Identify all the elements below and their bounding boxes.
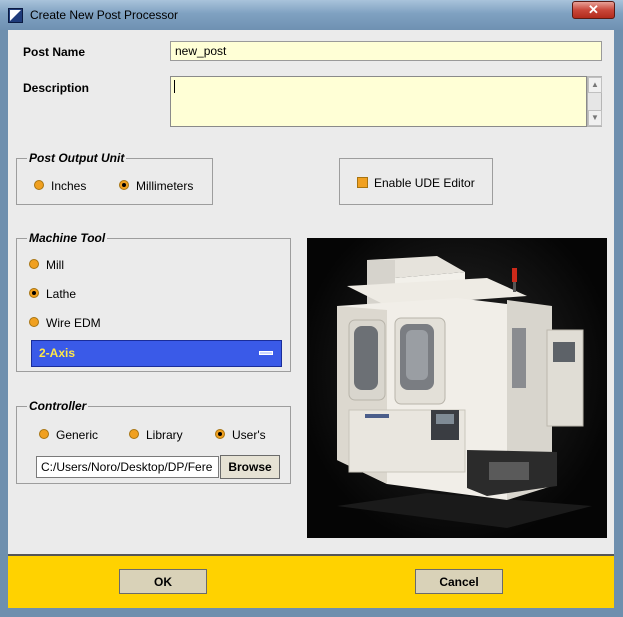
library-label[interactable]: Library (146, 428, 183, 442)
title-bar[interactable]: Create New Post Processor ✕ (0, 0, 623, 30)
axis-option-menu[interactable]: 2-Axis (31, 340, 282, 367)
inches-label[interactable]: Inches (51, 179, 86, 193)
dialog-body: Post Name Description ▲ ▼ Post Output Un… (8, 30, 614, 608)
mill-label[interactable]: Mill (46, 258, 64, 272)
description-label: Description (23, 81, 90, 95)
dialog-window: Create New Post Processor ✕ Post Name De… (0, 0, 623, 617)
option-menu-icon (259, 351, 273, 355)
window-title: Create New Post Processor (30, 8, 179, 22)
machine-illustration (337, 256, 592, 528)
ude-editor-box: Enable UDE Editor (339, 158, 493, 205)
ok-button[interactable]: OK (119, 569, 207, 594)
machine-tool-group: Machine Tool Mill Lathe Wire EDM 2-Axis (16, 231, 291, 372)
controller-group: Controller Generic Library User's Browse (16, 399, 291, 484)
users-label[interactable]: User's (232, 428, 266, 442)
output-unit-legend: Post Output Unit (27, 151, 127, 165)
cancel-button[interactable]: Cancel (415, 569, 503, 594)
axis-value: 2-Axis (39, 346, 76, 360)
scroll-up-icon[interactable]: ▲ (588, 77, 602, 93)
radio-mill[interactable] (29, 259, 39, 269)
app-icon (8, 8, 23, 23)
close-button[interactable]: ✕ (572, 1, 615, 19)
description-textarea[interactable] (170, 76, 587, 127)
controller-path-input[interactable] (36, 456, 219, 478)
radio-users[interactable] (215, 429, 225, 439)
post-name-input[interactable] (170, 41, 602, 61)
machine-image (307, 238, 607, 538)
radio-inches[interactable] (34, 180, 44, 190)
scroll-down-icon[interactable]: ▼ (588, 110, 602, 126)
millimeters-label[interactable]: Millimeters (136, 179, 193, 193)
text-caret (174, 80, 175, 93)
radio-library[interactable] (129, 429, 139, 439)
ude-editor-checkbox[interactable] (357, 177, 368, 188)
radio-generic[interactable] (39, 429, 49, 439)
dialog-footer: OK Cancel (8, 554, 614, 608)
ude-editor-label[interactable]: Enable UDE Editor (374, 176, 475, 190)
output-unit-group: Post Output Unit Inches Millimeters (16, 151, 213, 205)
post-name-label: Post Name (23, 45, 86, 59)
generic-label[interactable]: Generic (56, 428, 98, 442)
machine-tool-legend: Machine Tool (27, 231, 108, 245)
close-icon: ✕ (588, 2, 599, 17)
radio-wire-edm[interactable] (29, 317, 39, 327)
wire-edm-label[interactable]: Wire EDM (46, 316, 101, 330)
radio-lathe[interactable] (29, 288, 39, 298)
controller-legend: Controller (27, 399, 89, 413)
browse-button[interactable]: Browse (220, 455, 280, 479)
description-scrollbar[interactable]: ▲ ▼ (587, 76, 602, 127)
lathe-label[interactable]: Lathe (46, 287, 76, 301)
radio-millimeters[interactable] (119, 180, 129, 190)
